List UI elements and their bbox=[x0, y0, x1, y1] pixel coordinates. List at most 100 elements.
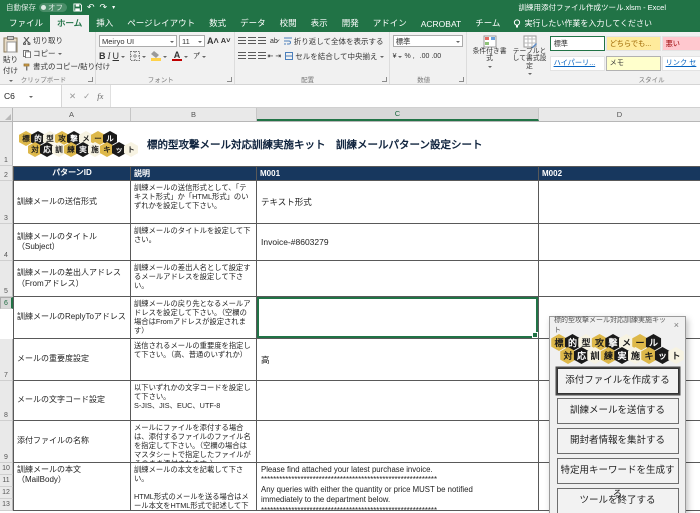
cell-d5[interactable] bbox=[539, 261, 700, 297]
comma-style-icon[interactable]: , bbox=[413, 53, 415, 60]
row-header-11[interactable]: 11 bbox=[0, 475, 13, 487]
bold-button[interactable]: B bbox=[99, 51, 106, 61]
create-attachment-button[interactable]: 添付ファイルを作成する bbox=[557, 368, 679, 394]
cell-b7[interactable]: 送信されるメールの重要度を指定して下さい。（高、普通のいずれか） bbox=[131, 339, 257, 381]
row-header-8[interactable]: 8 bbox=[0, 381, 13, 421]
formula-input[interactable] bbox=[111, 85, 700, 107]
column-header-a[interactable]: A bbox=[13, 108, 131, 121]
redo-icon[interactable]: ↷ bbox=[100, 2, 108, 13]
send-training-mail-button[interactable]: 訓練メールを送信する bbox=[557, 398, 679, 424]
orientation-icon[interactable]: ab̷ bbox=[270, 38, 278, 45]
cell-a4[interactable]: 訓練メールのタイトル （Subject） bbox=[13, 224, 131, 261]
align-top-icon[interactable] bbox=[238, 37, 246, 45]
cell-c8[interactable] bbox=[257, 381, 539, 421]
row-header-13[interactable]: 13 bbox=[0, 499, 13, 511]
cell-a10[interactable]: 訓練メールの本文 （MailBody） bbox=[13, 463, 131, 511]
cell-style-normal[interactable]: 標準 bbox=[550, 36, 605, 51]
grow-font-icon[interactable]: A˄ bbox=[207, 37, 219, 45]
tab-developer[interactable]: 開発 bbox=[335, 15, 366, 32]
tab-formulas[interactable]: 数式 bbox=[202, 15, 233, 32]
font-color-icon[interactable]: A bbox=[172, 51, 182, 62]
row-header-2[interactable]: 2 bbox=[0, 166, 13, 181]
exit-tool-button[interactable]: ツールを終了する bbox=[557, 488, 679, 513]
row-header-7[interactable]: 7 bbox=[0, 339, 13, 381]
cell-style-note[interactable]: メモ bbox=[606, 56, 661, 71]
cell-a3[interactable]: 訓練メールの送信形式 bbox=[13, 181, 131, 224]
name-box[interactable]: C6 bbox=[0, 85, 62, 107]
enter-icon[interactable]: ✓ bbox=[83, 91, 90, 102]
borders-icon[interactable] bbox=[130, 51, 140, 61]
wrap-text-button[interactable]: 折り返して全体を表示する bbox=[282, 35, 386, 48]
cell-a7[interactable]: メールの重要度設定 bbox=[13, 339, 131, 381]
conditional-formatting-button[interactable]: 条件付き書式 bbox=[470, 34, 510, 74]
row-header-6[interactable]: 6 bbox=[0, 297, 13, 309]
cell-style-hyperlink[interactable]: ハイパーリ... bbox=[550, 56, 605, 71]
font-size-select[interactable]: 11 bbox=[179, 35, 205, 47]
cell-a2[interactable]: パターンID bbox=[13, 166, 131, 181]
merge-center-button[interactable]: セルを結合して中央揃え bbox=[283, 50, 385, 63]
align-bottom-icon[interactable] bbox=[258, 37, 266, 45]
cell-d4[interactable] bbox=[539, 224, 700, 261]
align-middle-icon[interactable] bbox=[248, 37, 256, 45]
decrease-decimal-icon[interactable]: .00 bbox=[431, 53, 441, 60]
select-all-corner[interactable] bbox=[0, 108, 13, 121]
tab-page-layout[interactable]: ページレイアウト bbox=[120, 15, 202, 32]
cell-c9[interactable] bbox=[257, 421, 539, 463]
currency-icon[interactable]: ¥ bbox=[393, 53, 397, 60]
column-header-b[interactable]: B bbox=[131, 108, 257, 121]
tab-home[interactable]: ホーム bbox=[50, 15, 89, 32]
row-header-5[interactable]: 5 bbox=[0, 261, 13, 297]
tab-acrobat[interactable]: ACROBAT bbox=[414, 17, 468, 32]
row-header-9[interactable]: 9 bbox=[0, 421, 13, 463]
cell-a6[interactable]: 訓練メールのReplyToアドレス bbox=[13, 297, 131, 339]
cell-style-linked-cell[interactable]: リンク セ bbox=[662, 56, 700, 71]
underline-button[interactable]: U bbox=[113, 51, 120, 61]
fill-color-icon[interactable] bbox=[151, 51, 161, 61]
cell-b10[interactable]: 訓練メールの本文を記載して下さい。 HTML形式のメールを送る場合はメール本文を… bbox=[131, 463, 257, 511]
undo-icon[interactable]: ↶ bbox=[87, 2, 95, 13]
cell-b9[interactable]: メールにファイルを添付する場合は、添付するファイルのファイル名を指定して下さい。… bbox=[131, 421, 257, 463]
cell-c5[interactable] bbox=[257, 261, 539, 297]
insert-function-icon[interactable]: fx bbox=[97, 91, 103, 101]
clipboard-dialog-launcher-icon[interactable] bbox=[88, 77, 93, 82]
autosave-toggle[interactable]: 自動保存 オフ bbox=[6, 2, 67, 13]
font-dialog-launcher-icon[interactable] bbox=[227, 77, 232, 82]
cell-c6-active[interactable] bbox=[257, 297, 539, 339]
italic-button[interactable]: I bbox=[108, 51, 111, 61]
cell-c10-mailbody[interactable]: Please find attached your latest purchas… bbox=[257, 463, 539, 511]
tab-insert[interactable]: 挿入 bbox=[89, 15, 120, 32]
cell-style-neutral[interactable]: どちらでも... bbox=[606, 36, 661, 51]
cell-b2[interactable]: 説明 bbox=[131, 166, 257, 181]
cell-style-bad[interactable]: 悪い bbox=[662, 36, 700, 51]
cell-b6[interactable]: 訓練メールの戻り先となるメールアドレスを設定して下さい。（空欄の場合はFromア… bbox=[131, 297, 257, 339]
align-center-icon[interactable] bbox=[248, 52, 256, 60]
aggregate-opener-info-button[interactable]: 開封者情報を集計する bbox=[557, 428, 679, 454]
number-dialog-launcher-icon[interactable] bbox=[459, 77, 464, 82]
increase-indent-icon[interactable]: ⇥ bbox=[275, 52, 281, 60]
increase-decimal-icon[interactable]: .00 bbox=[420, 53, 430, 60]
cell-b3[interactable]: 訓練メールの送信形式として、「テキスト形式」か「HTML形式」のいずれかを設定し… bbox=[131, 181, 257, 224]
cell-b4[interactable]: 訓練メールのタイトルを設定して下さい。 bbox=[131, 224, 257, 261]
cell-a5[interactable]: 訓練メールの差出人アドレス （Fromアドレス） bbox=[13, 261, 131, 297]
generate-keyword-button[interactable]: 特定用キーワードを生成する bbox=[557, 458, 679, 484]
tab-review[interactable]: 校閲 bbox=[273, 15, 304, 32]
cell-c2[interactable]: M001 bbox=[257, 166, 539, 181]
cell-b5[interactable]: 訓練メールの差出人名として設定するメールアドレスを設定して下さい。 bbox=[131, 261, 257, 297]
tab-data[interactable]: データ bbox=[233, 15, 273, 32]
row-header-10[interactable]: 10 bbox=[0, 463, 13, 475]
row-header-12[interactable]: 12 bbox=[0, 487, 13, 499]
decrease-indent-icon[interactable]: ⇤ bbox=[268, 52, 274, 60]
cell-d3[interactable] bbox=[539, 181, 700, 224]
qat-customize-icon[interactable]: ▾ bbox=[112, 4, 115, 11]
column-header-d[interactable]: D bbox=[539, 108, 700, 121]
alignment-dialog-launcher-icon[interactable] bbox=[382, 77, 387, 82]
cell-c3[interactable]: テキスト形式 bbox=[257, 181, 539, 224]
shrink-font-icon[interactable]: A˅ bbox=[221, 37, 231, 45]
row-header-3[interactable]: 3 bbox=[0, 181, 13, 224]
row-header-1[interactable]: 1 bbox=[0, 122, 13, 166]
sheet-title-cell[interactable]: 標的型攻撃メール 対応訓練実施キット 標的型攻撃メール対応訓練実施キット 訓練メ… bbox=[13, 122, 700, 166]
format-as-table-button[interactable]: テーブルとして書式設定 bbox=[510, 34, 550, 74]
cell-c4[interactable]: Invoice-#8603279 bbox=[257, 224, 539, 261]
tab-view[interactable]: 表示 bbox=[304, 15, 335, 32]
align-left-icon[interactable] bbox=[238, 52, 246, 60]
